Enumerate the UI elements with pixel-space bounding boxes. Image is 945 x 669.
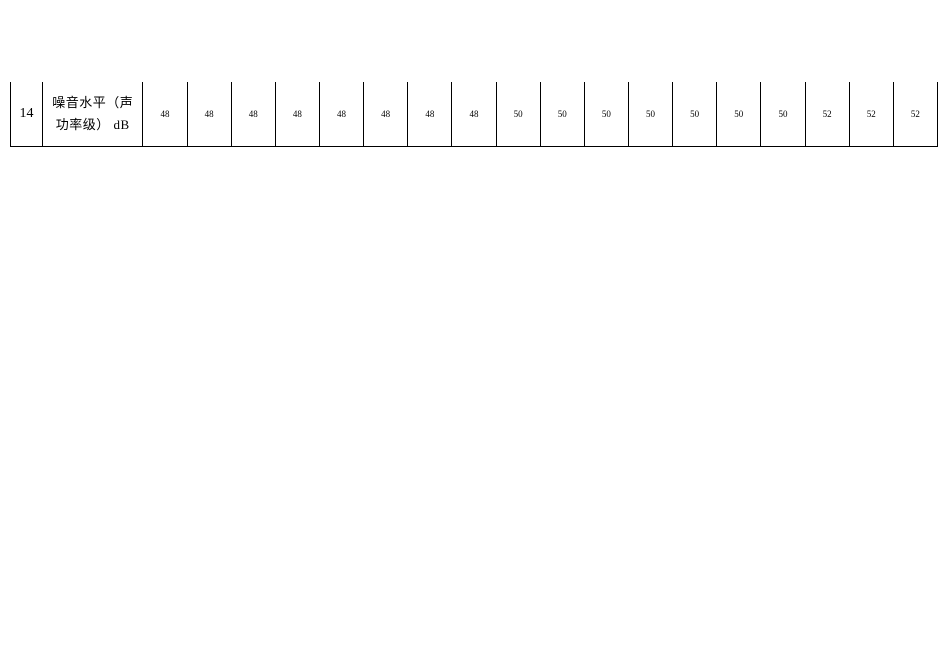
value: 52 [911,109,920,119]
value-cell: 52 [805,82,849,146]
value-cell: 48 [364,82,408,146]
table: 14 噪音水平（声 功率级） dB 48 48 48 48 48 48 48 4… [10,82,938,147]
value: 48 [381,109,390,119]
value-cell: 50 [717,82,761,146]
value: 50 [602,109,611,119]
row-index-cell: 14 [11,82,43,146]
value: 52 [823,109,832,119]
value-cell: 48 [275,82,319,146]
value: 50 [690,109,699,119]
value-cell: 52 [893,82,937,146]
value: 50 [558,109,567,119]
table-row: 14 噪音水平（声 功率级） dB 48 48 48 48 48 48 48 4… [11,82,938,146]
value: 48 [293,109,302,119]
value-cell: 48 [452,82,496,146]
value-cell: 48 [143,82,187,146]
value-cell: 50 [673,82,717,146]
value: 48 [160,109,169,119]
value: 50 [778,109,787,119]
value-cell: 50 [540,82,584,146]
value-cell: 50 [584,82,628,146]
value: 48 [425,109,434,119]
value: 48 [469,109,478,119]
value: 48 [337,109,346,119]
value: 50 [514,109,523,119]
row-label-line2: 功率级） dB [45,114,140,136]
value: 48 [249,109,258,119]
value-cell: 50 [628,82,672,146]
value-cell: 50 [496,82,540,146]
value-cell: 48 [231,82,275,146]
value-cell: 52 [849,82,893,146]
data-table: 14 噪音水平（声 功率级） dB 48 48 48 48 48 48 48 4… [10,82,938,147]
row-label-line1: 噪音水平（声 [45,92,140,114]
value-cell: 50 [761,82,805,146]
value: 50 [734,109,743,119]
row-index: 14 [20,106,34,121]
value: 48 [205,109,214,119]
value-cell: 48 [319,82,363,146]
row-label-cell: 噪音水平（声 功率级） dB [43,82,143,146]
value: 50 [646,109,655,119]
value-cell: 48 [408,82,452,146]
value: 52 [867,109,876,119]
value-cell: 48 [187,82,231,146]
